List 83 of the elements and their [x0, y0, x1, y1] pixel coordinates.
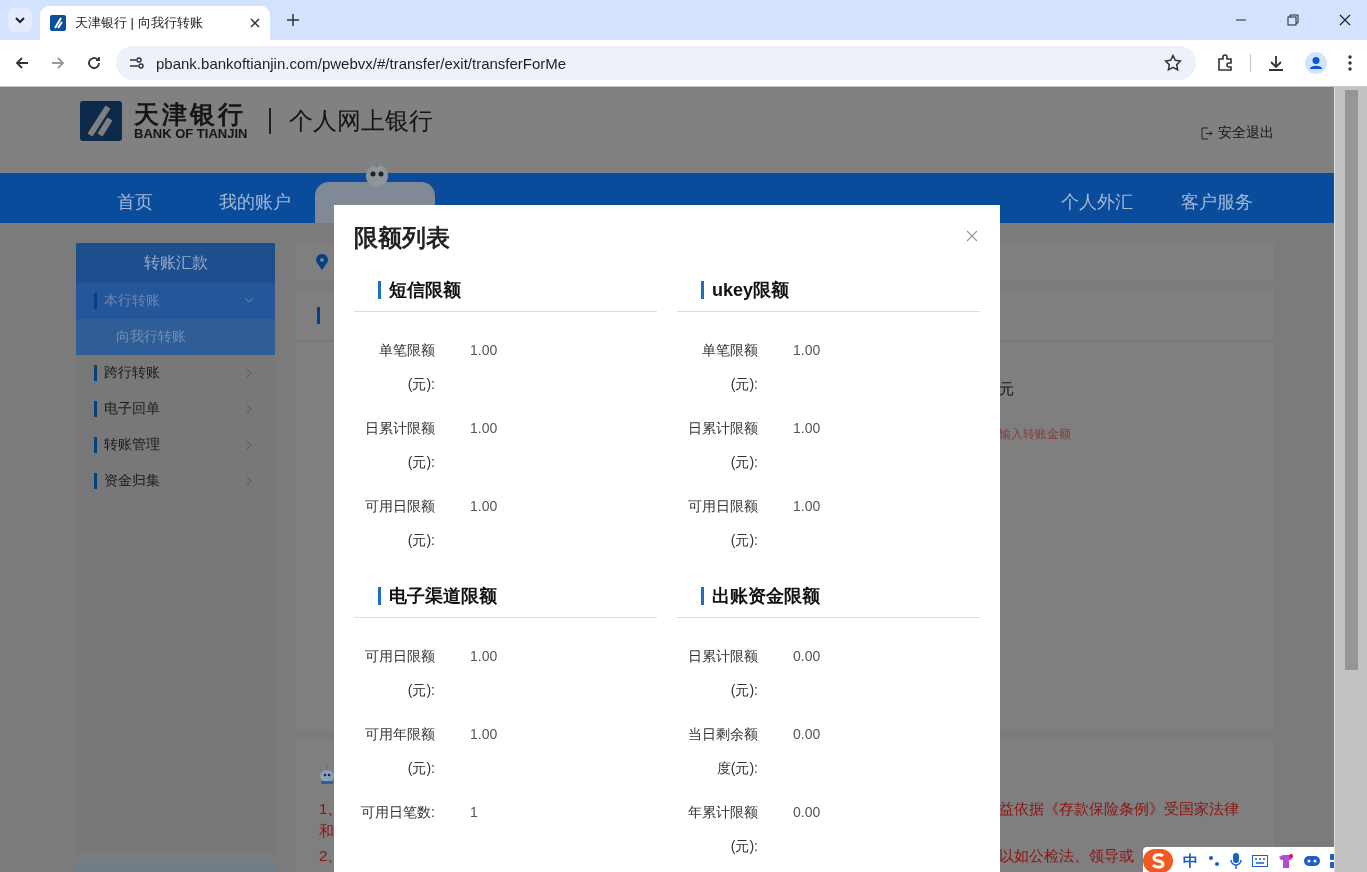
sidebar-item[interactable]: 跨行转账: [76, 355, 275, 391]
limit-value: 1.00: [793, 497, 821, 516]
gamepad-icon[interactable]: [1304, 854, 1320, 868]
limit-value: 1.00: [470, 647, 498, 666]
forward-icon[interactable]: [50, 55, 66, 71]
limit-label: 可用年限额(元):: [364, 725, 435, 778]
note-text: 益依据《存款保险条例》受国家法律: [999, 799, 1239, 819]
bank-name: 天津银行: [134, 101, 247, 127]
logout-icon: [1201, 126, 1213, 140]
download-icon[interactable]: [1267, 54, 1285, 72]
limit-label: 日累计限额(元):: [687, 647, 758, 700]
keyboard-icon[interactable]: [1252, 855, 1268, 867]
limit-label: 可用日限额(元):: [687, 497, 758, 550]
limit-value: 0.00: [793, 647, 821, 666]
limit-value: 0.00: [793, 803, 821, 822]
sidebar-item[interactable]: 资金归集: [76, 463, 275, 499]
note-text: 和: [319, 821, 334, 841]
nav-tab[interactable]: 我的账户: [195, 182, 315, 223]
profile-icon[interactable]: [1305, 52, 1327, 74]
limit-value: 1.00: [470, 725, 498, 744]
section-title: 短信限额: [389, 278, 461, 302]
bank-name-english: BANK OF TIANJIN: [134, 127, 248, 141]
scrollbar[interactable]: [1334, 87, 1367, 872]
punctuation-icon[interactable]: [1208, 854, 1220, 868]
close-icon[interactable]: [1339, 14, 1351, 26]
note-text: 以如公检法、领导或: [999, 846, 1134, 866]
chevron-right-icon: [245, 476, 253, 486]
new-tab-icon[interactable]: [286, 13, 300, 27]
bank-logo-icon: [50, 15, 66, 31]
section-title: 出账资金限额: [712, 584, 820, 608]
extensions-icon[interactable]: [1216, 54, 1234, 72]
limit-value: 1.00: [793, 419, 821, 438]
section-title: ukey限额: [712, 278, 790, 302]
limit-value: 1.00: [470, 419, 498, 438]
unit-label: 元: [999, 380, 1015, 399]
limit-value: 1.00: [470, 497, 498, 516]
sidebar-item[interactable]: 电子回单: [76, 391, 275, 427]
menu-icon[interactable]: [1347, 54, 1353, 72]
address-bar[interactable]: pbank.bankoftianjin.com/pwebvx/#/transfer/exit/transferForMe: [116, 46, 1196, 80]
nav-tab[interactable]: 个人外汇: [1037, 182, 1157, 223]
note-number: 1、: [319, 800, 343, 817]
bank-logo-icon: [80, 101, 122, 141]
limit-label: 单笔限额(元):: [378, 341, 435, 394]
mascot-icon: [319, 764, 335, 784]
chevron-right-icon: [245, 440, 253, 450]
nav-tab[interactable]: 首页: [75, 182, 195, 223]
limit-label: 当日剩余额度(元):: [687, 725, 758, 778]
location-pin-icon: [316, 253, 328, 270]
shirt-icon[interactable]: [1278, 854, 1294, 868]
portal-title: 个人网上银行: [289, 106, 434, 136]
limit-label: 可用日限额(元):: [364, 647, 435, 700]
sidebar-item[interactable]: 转账管理: [76, 427, 275, 463]
limit-label: 年累计限额(元):: [687, 803, 758, 856]
close-icon[interactable]: [250, 18, 260, 28]
browser-tab[interactable]: 天津银行 | 向我行转账: [40, 6, 270, 40]
microphone-icon[interactable]: [1230, 853, 1242, 869]
limit-label: 可用日限额(元):: [364, 497, 435, 550]
tab-list-button[interactable]: [8, 8, 32, 32]
limit-label: 日累计限额(元):: [364, 419, 435, 472]
back-icon[interactable]: [14, 55, 30, 71]
limit-label: 可用日笔数:: [360, 803, 435, 822]
star-icon[interactable]: [1164, 54, 1182, 72]
input-mode-label[interactable]: 中: [1183, 851, 1198, 871]
sidebar-title: 转账汇款: [76, 243, 275, 283]
limit-label: 日累计限额(元):: [687, 419, 758, 472]
limit-value: 0.00: [793, 725, 821, 744]
site-info-icon[interactable]: [128, 55, 144, 71]
reload-icon[interactable]: [86, 55, 102, 71]
chevron-right-icon: [245, 404, 253, 414]
chevron-right-icon: [245, 368, 253, 378]
dialog-title: 限额列表: [354, 223, 450, 253]
section-title: 电子渠道限额: [389, 584, 497, 608]
limit-value: 1: [470, 803, 478, 822]
limit-value: 1.00: [470, 341, 498, 360]
amount-hint: 输入转账金额: [999, 426, 1072, 443]
restore-icon[interactable]: [1287, 14, 1299, 26]
limit-value: 1.00: [793, 341, 821, 360]
tab-title: 天津银行 | 向我行转账: [75, 14, 204, 32]
limit-label: 单笔限额(元):: [701, 341, 758, 394]
logout-link[interactable]: 安全退出: [1201, 124, 1274, 142]
nav-tab[interactable]: 客户服务: [1157, 182, 1277, 223]
chevron-down-icon: [14, 14, 26, 26]
note-number: 2、: [319, 847, 343, 864]
